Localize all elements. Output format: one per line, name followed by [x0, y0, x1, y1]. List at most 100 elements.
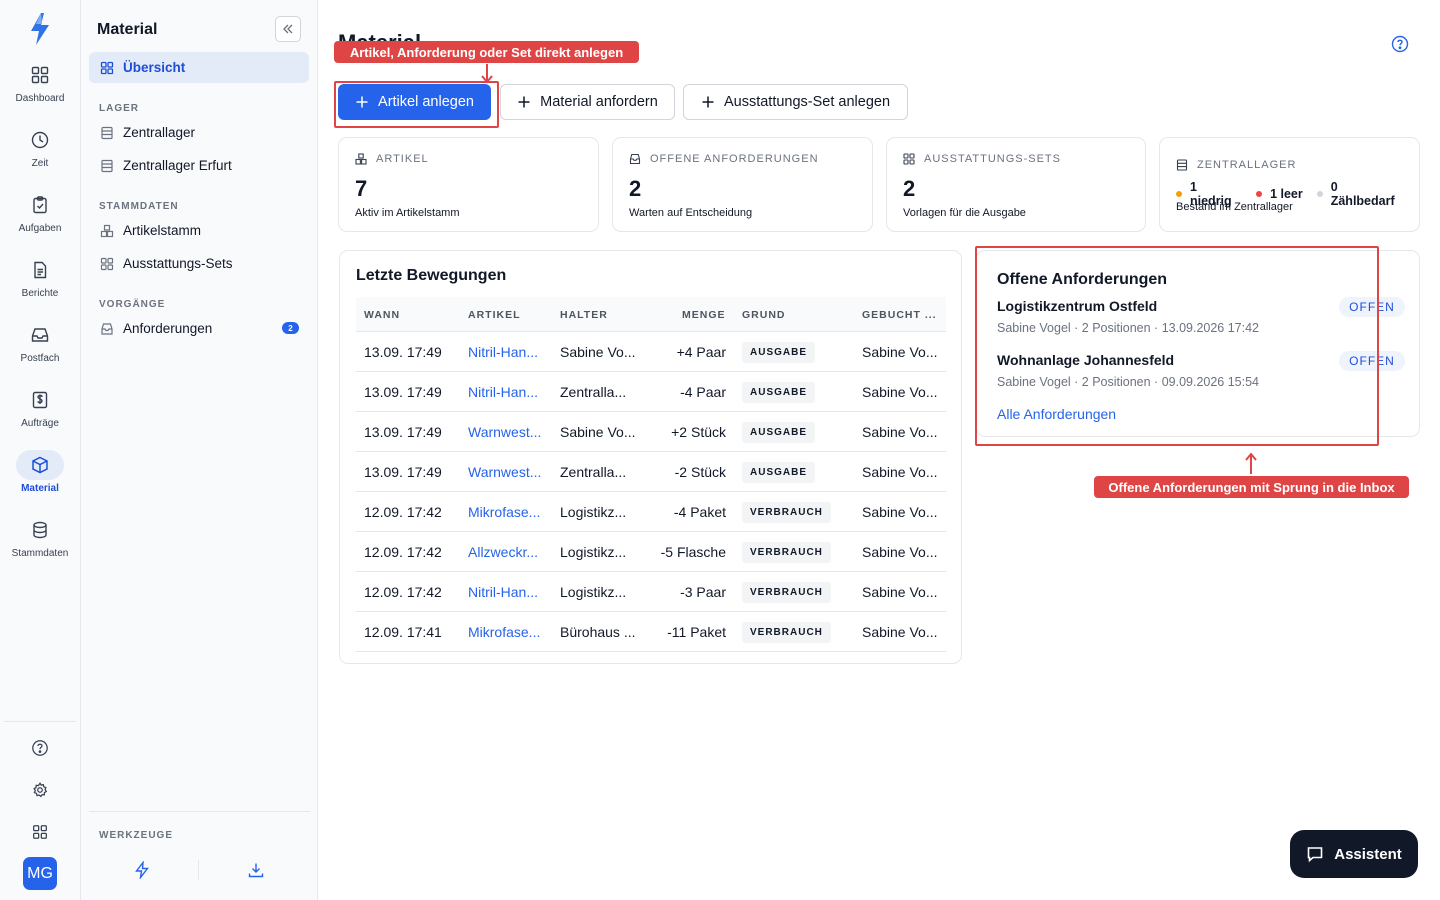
column-header-artikel[interactable]: ARTIKEL: [468, 309, 521, 321]
rail-item-postfach[interactable]: Postfach: [0, 320, 80, 378]
cell-artikel-link[interactable]: Warnwest...: [468, 464, 550, 480]
user-avatar[interactable]: MG: [23, 857, 57, 890]
anforderungen-count-badge: 2: [282, 322, 299, 334]
assistant-button[interactable]: Assistent: [1290, 830, 1418, 878]
table-row[interactable]: 12.09. 17:41 Mikrofase... Bürohaus ... -11 …: [356, 612, 946, 652]
create-set-button[interactable]: Ausstattungs-Set anlegen: [683, 84, 908, 120]
stock-empty: 1 leer: [1270, 187, 1303, 201]
kpi-card-ausstattungs-sets[interactable]: AUSSTATTUNGS-SETS 2 Vorlagen für die Aus…: [886, 137, 1146, 232]
table-header: WANN ARTIKEL HALTER MENGE GRUND GEBUCHT …: [356, 297, 946, 332]
rail-label: Aufgaben: [18, 223, 62, 234]
cell-menge: -11 Paket: [667, 624, 726, 640]
column-header-gebucht[interactable]: GEBUCHT ...: [862, 309, 937, 321]
reason-badge: VERBRAUCH: [742, 542, 831, 563]
rail-item-material[interactable]: Material: [0, 450, 80, 508]
reason-badge: VERBRAUCH: [742, 582, 831, 603]
rail-item-dashboard[interactable]: Dashboard: [0, 60, 80, 118]
cell-gebucht: Sabine Vo...: [862, 344, 938, 360]
table-row[interactable]: 13.09. 17:49 Warnwest... Zentralla... -2 St…: [356, 452, 946, 492]
table-row[interactable]: 12.09. 17:42 Allzweckr... Logistikz... -5 F…: [356, 532, 946, 572]
table-row[interactable]: 12.09. 17:42 Mikrofase... Logistikz... -4 P…: [356, 492, 946, 532]
rail-item-berichte[interactable]: Berichte: [0, 255, 80, 313]
warehouse-icon: [101, 126, 113, 139]
clipboard-icon: [16, 190, 64, 220]
table-row[interactable]: 13.09. 17:49 Nitril-Han... Zentralla... -4 …: [356, 372, 946, 412]
create-article-button[interactable]: Artikel anlegen: [338, 84, 491, 120]
kpi-card-zentrallager[interactable]: ZENTRALLAGER 1 niedrig 1 leer 0 Zählbeda…: [1159, 137, 1420, 232]
nav-item-artikelstamm[interactable]: Artikelstamm: [89, 215, 309, 246]
cell-artikel-link[interactable]: Mikrofase...: [468, 624, 550, 640]
nav-item-label: Ausstattungs-Sets: [123, 256, 233, 271]
gear-icon[interactable]: [28, 778, 52, 802]
reason-badge: VERBRAUCH: [742, 622, 831, 643]
rail-label: Stammdaten: [11, 548, 69, 559]
rail-item-auftraege[interactable]: Aufträge: [0, 385, 80, 443]
help-icon[interactable]: [28, 736, 52, 760]
cell-gebucht: Sabine Vo...: [862, 464, 938, 480]
request-material-button[interactable]: Material anfordern: [500, 84, 675, 120]
create-set-label: Ausstattungs-Set anlegen: [723, 94, 891, 110]
column-header-grund[interactable]: GRUND: [742, 309, 786, 321]
collapse-sidebar-button[interactable]: [275, 16, 301, 42]
cell-artikel-link[interactable]: Nitril-Han...: [468, 344, 550, 360]
apps-grid-icon[interactable]: [28, 820, 52, 844]
table-row[interactable]: 13.09. 17:49 Warnwest... Sabine Vo... +2 St…: [356, 412, 946, 452]
dashboard-icon: [16, 60, 64, 90]
rail-item-aufgaben[interactable]: Aufgaben: [0, 190, 80, 248]
rail-item-stammdaten[interactable]: Stammdaten: [0, 515, 80, 573]
stock-count: 0 Zählbedarf: [1330, 180, 1395, 208]
request-name[interactable]: Wohnanlage Johannesfeld: [997, 352, 1174, 368]
cell-menge: +4 Paar: [676, 344, 726, 360]
cell-wann: 13.09. 17:49: [364, 344, 442, 360]
nav-item-zentrallager[interactable]: Zentrallager: [89, 117, 309, 148]
status-dot-low: [1176, 191, 1182, 197]
kpi-subtitle: Bestand im Zentrallager: [1176, 201, 1293, 213]
cell-artikel-link[interactable]: Nitril-Han...: [468, 584, 550, 600]
chat-bubble-icon: [1307, 847, 1323, 863]
cell-artikel-link[interactable]: Warnwest...: [468, 424, 550, 440]
nav-item-uebersicht[interactable]: Übersicht: [89, 52, 309, 83]
annotation-arrow-down-icon: [481, 64, 493, 84]
cell-wann: 12.09. 17:41: [364, 624, 442, 640]
lightning-logo-icon[interactable]: [27, 12, 53, 46]
column-header-halter[interactable]: HALTER: [560, 309, 608, 321]
nav-item-ausstattungs-sets[interactable]: Ausstattungs-Sets: [89, 248, 309, 279]
cell-menge: -4 Paar: [680, 384, 726, 400]
cell-halter: Logistikz...: [560, 584, 627, 600]
help-circle-icon[interactable]: [1391, 35, 1409, 53]
status-dot-empty: [1256, 191, 1263, 197]
kpi-card-offene-anforderungen[interactable]: OFFENE ANFORDERUNGEN 2 Warten auf Entsch…: [612, 137, 873, 232]
download-icon[interactable]: [244, 858, 268, 882]
kpi-card-artikel[interactable]: ARTIKEL 7 Aktiv im Artikelstamm: [338, 137, 599, 232]
plus-icon: [702, 96, 714, 108]
nav-item-zentrallager-erfurt[interactable]: Zentrallager Erfurt: [89, 150, 309, 181]
request-material-label: Material anfordern: [540, 94, 658, 110]
kpi-subtitle: Warten auf Entscheidung: [629, 207, 753, 219]
nav-item-label: Anforderungen: [123, 321, 213, 336]
table-row[interactable]: 13.09. 17:49 Nitril-Han... Sabine Vo... +4 …: [356, 332, 946, 372]
box-icon: [16, 450, 64, 480]
table-row[interactable]: 12.09. 17:42 Nitril-Han... Logistikz... -3 …: [356, 572, 946, 612]
cell-artikel-link[interactable]: Allzweckr...: [468, 544, 550, 560]
kpi-header: ARTIKEL: [355, 153, 429, 165]
movements-title: Letzte Bewegungen: [356, 267, 507, 284]
annotation-callout-requests: Offene Anforderungen mit Sprung in die I…: [1094, 476, 1409, 498]
kpi-subtitle: Aktiv im Artikelstamm: [355, 207, 460, 219]
all-requests-link[interactable]: Alle Anforderungen: [997, 406, 1116, 422]
rail-label: Berichte: [21, 288, 59, 299]
cell-artikel-link[interactable]: Mikrofase...: [468, 504, 550, 520]
rail-item-zeit[interactable]: Zeit: [0, 125, 80, 183]
status-dot-count: [1316, 191, 1323, 197]
nav-item-anforderungen[interactable]: Anforderungen 2: [89, 313, 309, 344]
quick-action-lightning-icon[interactable]: [130, 858, 154, 882]
nav-divider: [89, 811, 310, 812]
column-header-wann[interactable]: WANN: [364, 309, 400, 321]
column-header-menge[interactable]: MENGE: [682, 309, 726, 321]
cell-gebucht: Sabine Vo...: [862, 544, 938, 560]
plus-icon: [518, 96, 530, 108]
cell-wann: 13.09. 17:49: [364, 384, 442, 400]
cell-artikel-link[interactable]: Nitril-Han...: [468, 384, 550, 400]
rail-divider: [4, 721, 76, 722]
request-name[interactable]: Logistikzentrum Ostfeld: [997, 298, 1157, 314]
kpi-header: ZENTRALLAGER: [1176, 159, 1296, 171]
